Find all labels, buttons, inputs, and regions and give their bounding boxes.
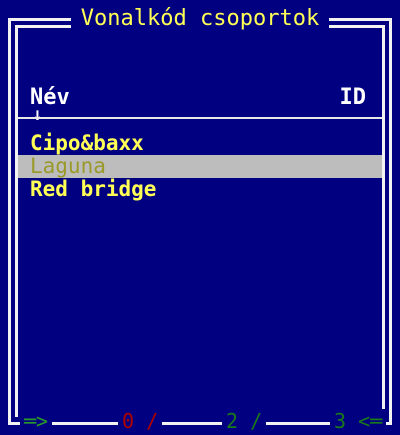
window-frame-inner <box>15 25 385 417</box>
list-item-label: Red bridge <box>30 177 157 201</box>
list-item-label: Laguna <box>30 154 106 178</box>
status-count-current: 0 / <box>118 409 163 433</box>
sort-down-arrow-icon: ↓ <box>32 104 43 125</box>
status-count-total: 3 <═ <box>330 409 387 433</box>
header-divider <box>18 117 382 119</box>
status-left-marker: ═> <box>20 409 53 433</box>
status-count-position: 2 / <box>222 409 267 433</box>
barcode-groups-window: Vonalkód csoportok Név ID ↓ Cipo&baxx La… <box>0 0 400 435</box>
list-item[interactable]: Red bridge <box>18 178 382 201</box>
column-header-id[interactable]: ID <box>340 85 367 111</box>
list-item-label: Cipo&baxx <box>30 131 144 155</box>
window-title: Vonalkód csoportok <box>70 4 330 34</box>
title-bar: Vonalkód csoportok <box>0 4 400 34</box>
list-item[interactable]: Cipo&baxx <box>18 132 382 155</box>
list-item-selected[interactable]: Laguna <box>18 155 382 178</box>
group-list: Cipo&baxx Laguna Red bridge <box>18 132 382 201</box>
